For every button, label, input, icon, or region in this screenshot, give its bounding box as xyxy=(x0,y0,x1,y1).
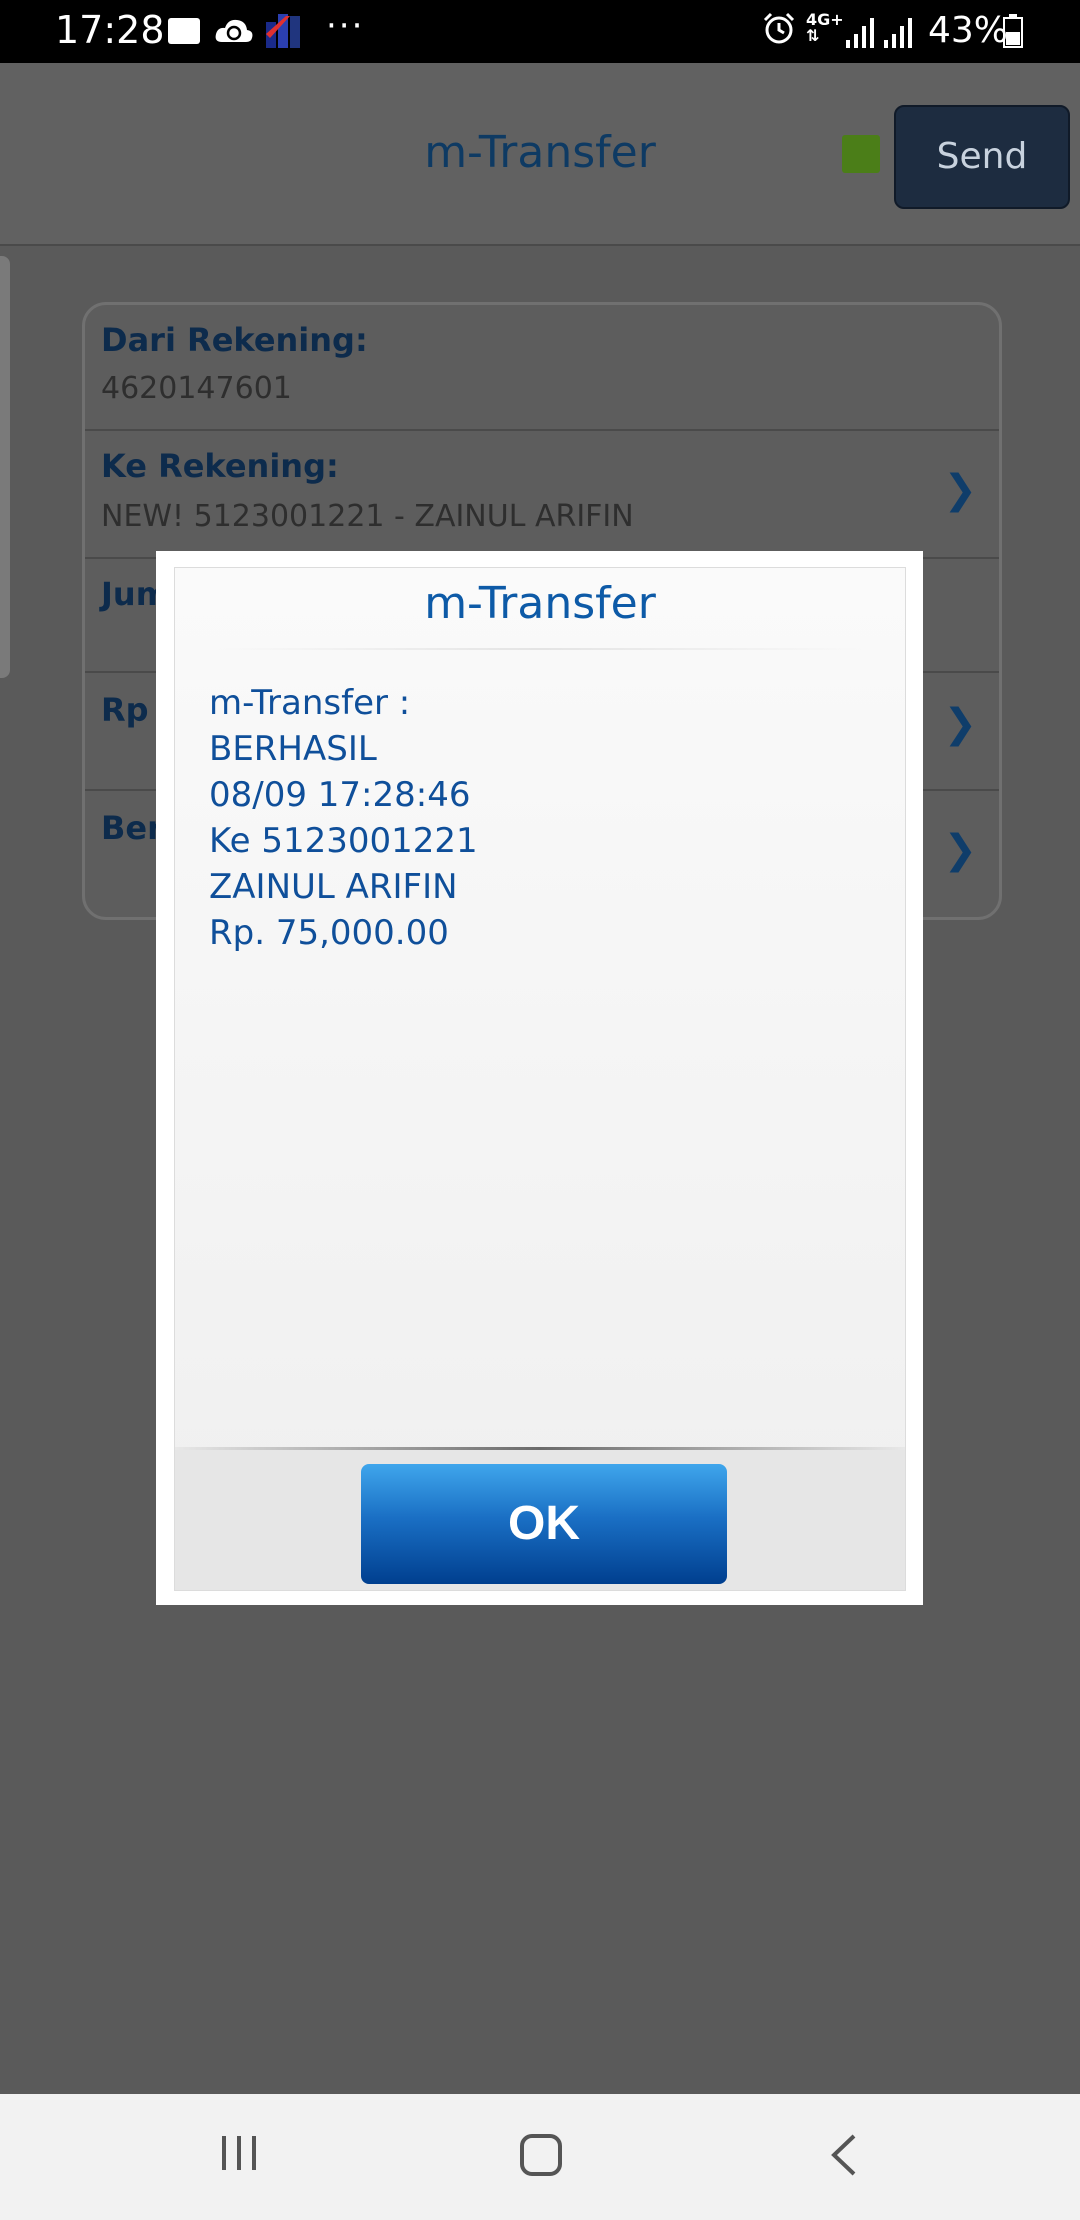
row-value: NEW! 5123001221 - ZAINUL ARIFIN xyxy=(101,499,634,534)
navigation-bar xyxy=(0,2094,1080,2220)
message-line: m-Transfer : xyxy=(209,683,411,723)
chevron-right-icon: ❯ xyxy=(943,701,977,747)
alarm-icon xyxy=(763,12,795,44)
chevron-right-icon: ❯ xyxy=(943,827,977,873)
network-arrows-icon: ⇅ xyxy=(806,26,820,45)
status-time: 17:28 xyxy=(55,8,165,52)
dialog-footer: OK xyxy=(175,1450,905,1590)
battery-icon xyxy=(1003,14,1023,48)
signal-icon xyxy=(884,18,912,48)
folder-icon xyxy=(168,18,200,44)
recent-apps-icon[interactable] xyxy=(218,2132,260,2174)
row-label: Ber xyxy=(101,809,163,847)
dialog-title: m-Transfer xyxy=(424,578,656,629)
row-value: 4620147601 xyxy=(101,371,292,406)
app-header: m-Transfer Send xyxy=(0,63,1080,246)
result-dialog: m-Transfer m-Transfer : BERHASIL 08/09 1… xyxy=(156,551,923,1605)
more-notifications-icon: ··· xyxy=(326,6,365,46)
dialog-message: m-Transfer : BERHASIL 08/09 17:28:46 Ke … xyxy=(209,680,478,956)
home-icon[interactable] xyxy=(518,2132,564,2178)
status-indicator xyxy=(842,135,880,173)
row-label: Rp xyxy=(101,691,149,729)
network-type-label: 4G+ ⇅ xyxy=(806,10,844,45)
row-label: Dari Rekening: xyxy=(101,321,368,359)
signal-icon xyxy=(846,18,874,48)
message-line: 08/09 17:28:46 xyxy=(209,775,471,815)
app-notification-icon xyxy=(266,14,300,48)
chevron-right-icon: ❯ xyxy=(943,467,977,513)
message-line: Ke 5123001221 xyxy=(209,821,478,861)
status-bar: 17:28 ··· 4G+ ⇅ 43% xyxy=(0,0,1080,63)
to-account-row[interactable]: Ke Rekening: NEW! 5123001221 - ZAINUL AR… xyxy=(85,429,999,559)
back-icon[interactable] xyxy=(826,2132,860,2178)
send-button[interactable]: Send xyxy=(894,105,1070,209)
ok-button[interactable]: OK xyxy=(361,1464,727,1584)
message-line: Rp. 75,000.00 xyxy=(209,913,449,953)
battery-percent: 43% xyxy=(928,10,1009,51)
from-account-row[interactable]: Dari Rekening: 4620147601 xyxy=(85,305,999,431)
cloud-sync-icon xyxy=(215,19,253,42)
message-line: ZAINUL ARIFIN xyxy=(209,867,458,907)
divider xyxy=(215,648,865,650)
message-line: BERHASIL xyxy=(209,729,377,769)
side-panel-handle[interactable] xyxy=(0,256,10,678)
dialog-panel: m-Transfer m-Transfer : BERHASIL 08/09 1… xyxy=(174,567,906,1591)
row-label: Ke Rekening: xyxy=(101,447,339,485)
